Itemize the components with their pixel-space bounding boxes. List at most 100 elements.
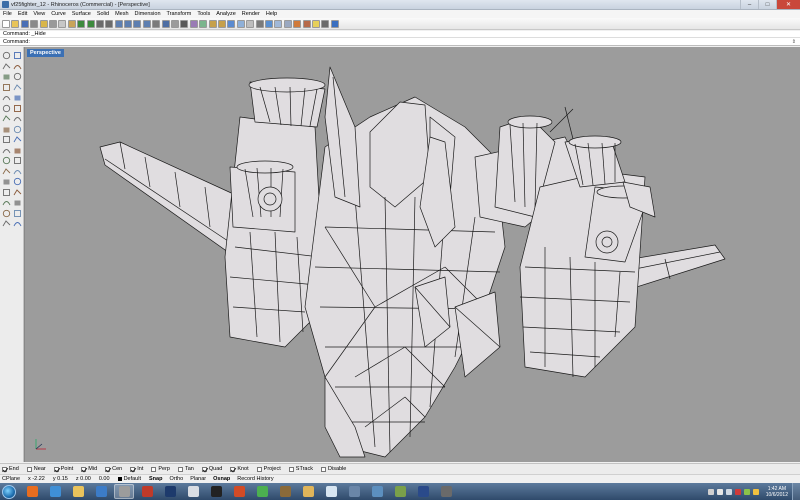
menu-render[interactable]: Render: [239, 11, 263, 17]
array-icon[interactable]: [13, 188, 22, 197]
cplane-label[interactable]: CPlane: [2, 476, 20, 482]
trim-icon[interactable]: [13, 156, 22, 165]
taskbar-internet-explorer-button[interactable]: [45, 484, 65, 499]
material-icon[interactable]: [302, 19, 311, 28]
menu-edit[interactable]: Edit: [15, 11, 30, 17]
pin-icon[interactable]: [13, 51, 22, 60]
osnap-near-checkbox[interactable]: [26, 466, 32, 472]
save-icon[interactable]: [20, 19, 29, 28]
new-icon[interactable]: [2, 19, 10, 28]
join-icon[interactable]: [13, 167, 22, 176]
menu-view[interactable]: View: [30, 11, 48, 17]
box-icon[interactable]: [2, 135, 11, 144]
show-desktop-button[interactable]: [792, 483, 800, 500]
copy-icon[interactable]: [58, 19, 67, 28]
osnap-project[interactable]: Project: [256, 466, 281, 472]
tray-update-icon[interactable]: [752, 488, 759, 495]
osnap-strack[interactable]: STrack: [288, 466, 313, 472]
surface-icon[interactable]: [2, 114, 11, 123]
point-icon[interactable]: [2, 51, 11, 60]
toggle-planar[interactable]: Planar: [190, 476, 206, 482]
osnap-near[interactable]: Near: [26, 466, 46, 472]
osnap-end-checkbox[interactable]: [2, 466, 7, 472]
osnap-disable-checkbox[interactable]: [321, 466, 326, 472]
undo-view-icon[interactable]: [152, 19, 161, 28]
cylinder-icon[interactable]: [2, 146, 11, 155]
menu-file[interactable]: File: [0, 11, 15, 17]
explode-icon[interactable]: [2, 177, 11, 186]
taskbar-firefox-button[interactable]: [22, 484, 42, 499]
four-viewports-icon[interactable]: [161, 19, 170, 28]
taskbar-rhino-render-button[interactable]: [137, 484, 157, 499]
rectangle-icon[interactable]: [13, 83, 22, 92]
arc-icon[interactable]: [13, 72, 22, 81]
taskbar-rhino-button[interactable]: [114, 484, 134, 499]
import-icon[interactable]: [39, 19, 48, 28]
loft-icon[interactable]: [2, 125, 11, 134]
osnap-end[interactable]: End: [2, 466, 19, 472]
clock[interactable]: 1:42 AM 10/6/2012: [766, 486, 788, 498]
split-icon[interactable]: [2, 167, 11, 176]
taskbar-powerpoint-button[interactable]: [229, 484, 249, 499]
osnap-project-checkbox[interactable]: [256, 466, 262, 472]
help-icon[interactable]: [330, 19, 339, 28]
show-icon[interactable]: [199, 19, 208, 28]
pan-icon[interactable]: [95, 19, 104, 28]
taskbar-zbrush-button[interactable]: [206, 484, 226, 499]
hide-icon[interactable]: [189, 19, 198, 28]
open-icon[interactable]: [11, 19, 20, 28]
taskbar-pen-button[interactable]: [436, 484, 456, 499]
osnap-strack-checkbox[interactable]: [288, 466, 294, 472]
tray-flag-icon[interactable]: [707, 488, 714, 495]
menu-help[interactable]: Help: [263, 11, 280, 17]
taskbar-app-swirl-button[interactable]: [183, 484, 203, 499]
sphere-icon[interactable]: [13, 135, 22, 144]
command-scroll-icon[interactable]: ⇕: [792, 38, 796, 46]
osnap-int[interactable]: Int: [130, 466, 143, 472]
current-layer[interactable]: Default: [117, 476, 141, 482]
zoom-window-icon[interactable]: [124, 19, 133, 28]
taskbar-media-player-button[interactable]: [91, 484, 111, 499]
layers-icon[interactable]: [227, 19, 236, 28]
osnap-mid[interactable]: Mid: [81, 466, 97, 472]
taskbar-control-panel-button[interactable]: [367, 484, 387, 499]
wireframe-icon[interactable]: [246, 19, 255, 28]
analyze-icon[interactable]: [2, 209, 11, 218]
taskbar-game-button[interactable]: [275, 484, 295, 499]
taskbar-notepad-button[interactable]: [321, 484, 341, 499]
light-icon[interactable]: [311, 19, 320, 28]
menu-dimension[interactable]: Dimension: [132, 11, 164, 17]
select-icon[interactable]: [180, 19, 189, 28]
rotate-view-icon[interactable]: [105, 19, 114, 28]
ghosted-icon[interactable]: [274, 19, 283, 28]
osnap-point[interactable]: Point: [53, 466, 73, 472]
perspective-viewport[interactable]: Perspective: [24, 47, 800, 462]
redo-icon[interactable]: [86, 19, 95, 28]
gumball-icon[interactable]: [13, 198, 22, 207]
osnap-perp-checkbox[interactable]: [151, 466, 157, 472]
osnap-int-checkbox[interactable]: [130, 466, 136, 472]
menu-surface[interactable]: Surface: [69, 11, 94, 17]
cut-icon[interactable]: [48, 19, 57, 28]
render-sphere-icon[interactable]: [13, 209, 22, 218]
paste-icon[interactable]: [67, 19, 76, 28]
sweep-icon[interactable]: [13, 125, 22, 134]
maximize-button[interactable]: □: [758, 0, 776, 9]
command-input[interactable]: [30, 38, 800, 45]
properties-icon[interactable]: [13, 219, 22, 228]
mesh-icon[interactable]: [2, 156, 11, 165]
print-icon[interactable]: [30, 19, 39, 28]
xray-icon[interactable]: [283, 19, 292, 28]
osnap-perp[interactable]: Perp: [151, 466, 170, 472]
toggle-ortho[interactable]: Ortho: [169, 476, 183, 482]
osnap-disable[interactable]: Disable: [321, 466, 346, 472]
osnap-cen[interactable]: Cen: [105, 466, 122, 472]
tray-antivirus-icon[interactable]: [734, 488, 741, 495]
rendered-icon[interactable]: [264, 19, 273, 28]
osnap-knot[interactable]: Knot: [230, 466, 249, 472]
taskbar-photoshop-button[interactable]: [160, 484, 180, 499]
tray-network-icon[interactable]: [716, 488, 723, 495]
toggle-snap[interactable]: Snap: [149, 476, 162, 482]
osnap-knot-checkbox[interactable]: [230, 466, 236, 472]
toggle-record-history[interactable]: Record History: [237, 476, 273, 482]
